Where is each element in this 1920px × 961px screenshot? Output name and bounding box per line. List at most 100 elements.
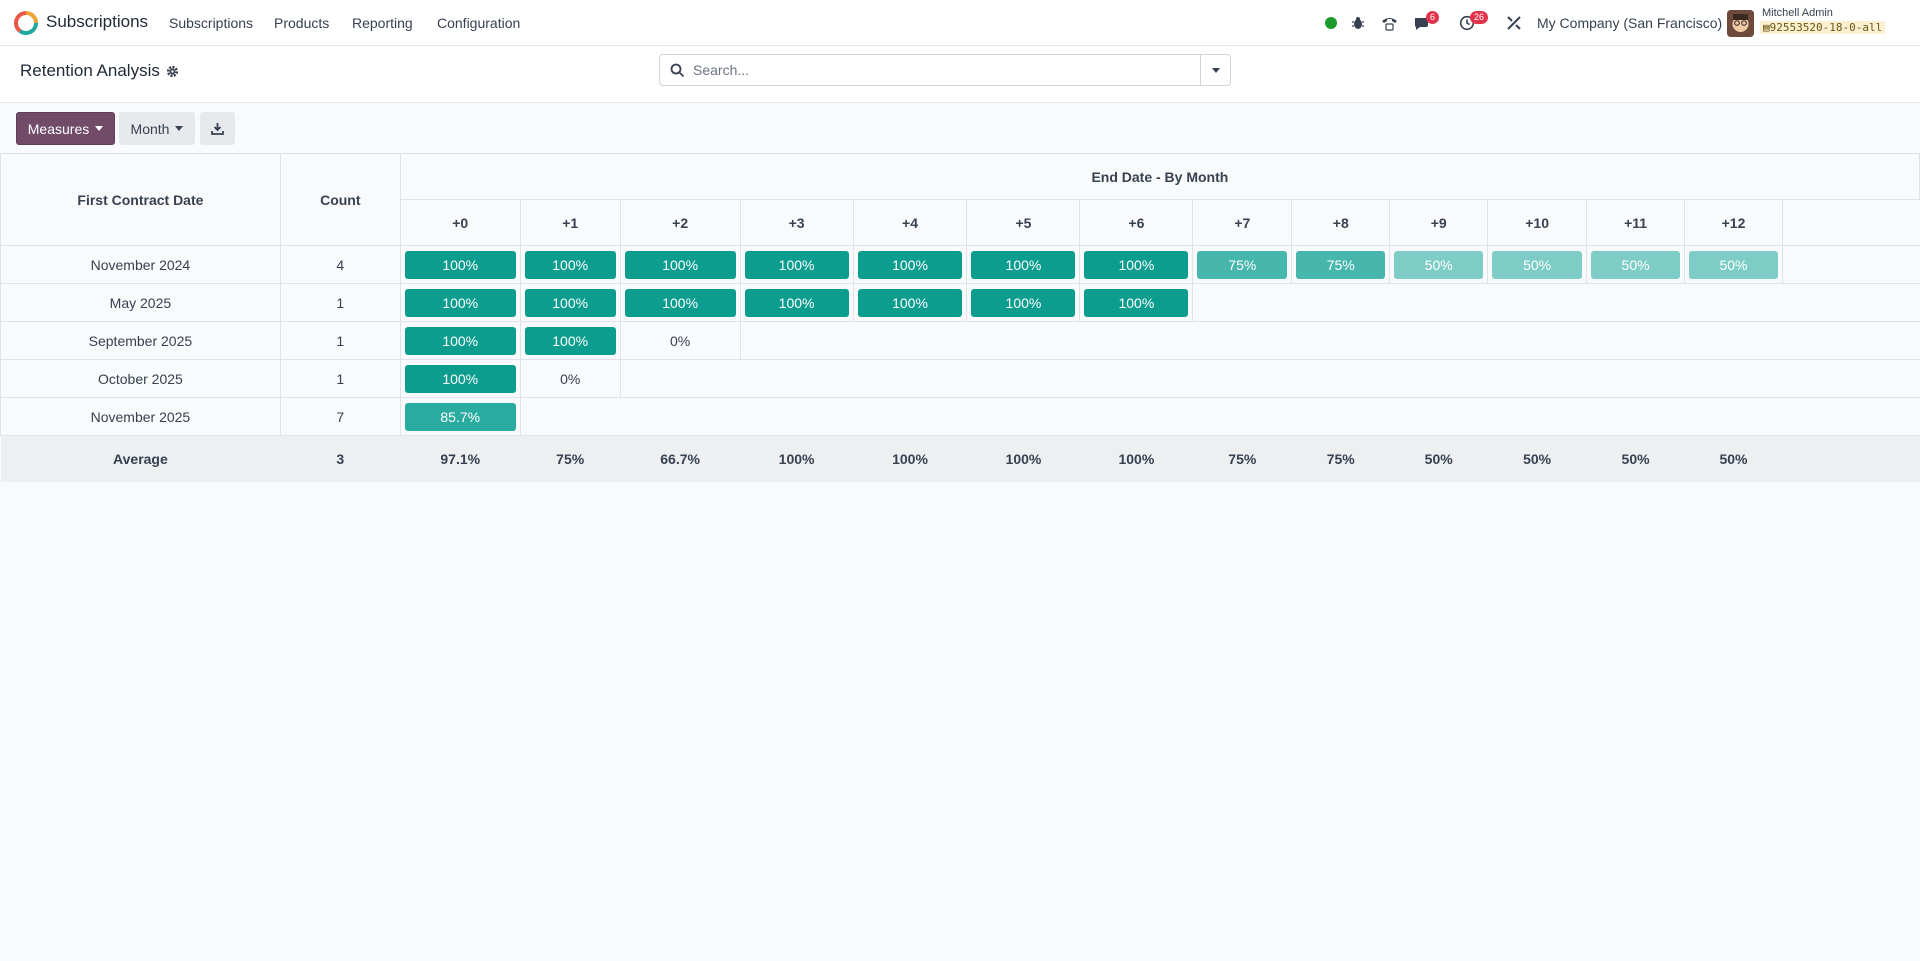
average-value: 66.7%	[620, 435, 741, 482]
retention-cell[interactable]: 75%	[1192, 245, 1293, 284]
download-button[interactable]	[200, 112, 235, 145]
average-value: 75%	[1192, 435, 1292, 482]
retention-cell[interactable]: 50%	[1487, 245, 1588, 284]
activities-badge: 26	[1470, 11, 1489, 24]
retention-cell[interactable]: 100%	[739, 283, 854, 322]
menu-subscriptions[interactable]: Subscriptions	[169, 15, 253, 31]
average-filler	[1782, 435, 1920, 482]
retention-cell[interactable]: 100%	[1079, 245, 1194, 284]
retention-cell[interactable]: 100%	[739, 245, 854, 284]
retention-cell[interactable]: 100%	[399, 283, 521, 322]
retention-cell[interactable]: 75%	[1291, 245, 1391, 284]
retention-value: 100%	[1084, 250, 1189, 279]
retention-cell[interactable]: 100%	[619, 245, 741, 284]
retention-value: 100%	[524, 288, 616, 317]
retention-value: 100%	[404, 288, 516, 317]
row-count: 1	[279, 321, 401, 360]
search-input[interactable]	[693, 55, 1193, 85]
column-header: +2	[619, 199, 741, 246]
retention-cell[interactable]: 100%	[399, 245, 521, 284]
row-count: 4	[279, 245, 401, 284]
retention-value: 100%	[971, 250, 1076, 279]
retention-cell[interactable]: 100%	[966, 283, 1081, 322]
search-options-toggle[interactable]	[1200, 55, 1230, 85]
search-icon	[670, 63, 685, 78]
measures-label: Measures	[27, 120, 90, 137]
average-value: 97.1%	[400, 435, 521, 482]
retention-value: 100%	[404, 250, 516, 279]
table-row: September 2025 1 100% 100% 0%	[0, 321, 1920, 360]
menu-reporting[interactable]: Reporting	[352, 15, 413, 31]
retention-value: 100%	[524, 326, 616, 355]
app-logo-icon[interactable]	[14, 11, 38, 35]
row-label: November 2024	[0, 245, 281, 284]
average-value: 100%	[1079, 435, 1193, 482]
presence-status-icon[interactable]	[1321, 13, 1341, 33]
column-header: +11	[1586, 199, 1686, 246]
retention-cell[interactable]: 100%	[852, 283, 968, 322]
menu-configuration[interactable]: Configuration	[437, 15, 520, 31]
debug-bug-icon[interactable]	[1348, 13, 1368, 33]
retention-value: 50%	[1492, 250, 1583, 279]
column-header: +3	[739, 199, 854, 246]
average-label: Average	[0, 435, 281, 482]
retention-value: 100%	[404, 364, 516, 393]
gear-icon[interactable]	[166, 65, 179, 78]
column-header: +9	[1389, 199, 1489, 246]
table-row: November 2024 4 100% 100% 100% 100% 100% 100% 10…	[0, 245, 1920, 284]
company-switcher[interactable]: My Company (San Francisco)	[1537, 15, 1722, 31]
database-name: ▤92553520-18-0-all	[1760, 21, 1886, 34]
row-label: May 2025	[0, 283, 281, 322]
retention-value: 50%	[1689, 250, 1778, 279]
retention-cell[interactable]: 100%	[399, 321, 521, 360]
retention-cell[interactable]: 100%	[399, 359, 521, 398]
retention-cell[interactable]: 100%	[619, 283, 741, 322]
row-count: 1	[279, 359, 401, 398]
retention-cell[interactable]: 100%	[519, 245, 621, 284]
retention-cell[interactable]: 0%	[519, 359, 621, 398]
table-row: November 2025 7 85.7%	[0, 397, 1920, 436]
column-header-filler	[1781, 199, 1920, 246]
measures-button[interactable]: Measures	[16, 112, 115, 145]
average-value: 50%	[1487, 435, 1587, 482]
app-name[interactable]: Subscriptions	[46, 12, 148, 32]
phone-icon[interactable]	[1379, 13, 1399, 33]
search-bar	[659, 54, 1231, 86]
interval-button[interactable]: Month	[119, 112, 195, 145]
column-group-header: End Date - By Month	[399, 153, 1920, 200]
user-name[interactable]: Mitchell Admin	[1762, 7, 1833, 19]
column-header: +5	[966, 199, 1081, 246]
empty-cell	[519, 397, 1920, 436]
retention-cell[interactable]: 100%	[966, 245, 1081, 284]
menu-products[interactable]: Products	[274, 15, 329, 31]
tools-icon[interactable]	[1504, 13, 1524, 33]
retention-cell[interactable]: 100%	[519, 321, 621, 360]
average-value: 100%	[853, 435, 967, 482]
interval-label: Month	[130, 120, 170, 137]
count-header: Count	[279, 153, 401, 246]
column-header: +1	[519, 199, 621, 246]
table-row: May 2025 1 100% 100% 100% 100% 100% 100% 100%	[0, 283, 1920, 322]
breadcrumb: Retention Analysis	[20, 61, 179, 81]
average-value: 50%	[1586, 435, 1685, 482]
retention-cell[interactable]: 100%	[519, 283, 621, 322]
retention-cell[interactable]: 50%	[1586, 245, 1686, 284]
retention-value: 100%	[857, 250, 963, 279]
download-icon	[211, 123, 224, 135]
user-avatar[interactable]	[1727, 10, 1754, 37]
retention-cell[interactable]: 50%	[1389, 245, 1489, 284]
row-label: October 2025	[0, 359, 281, 398]
retention-value: 85.7%	[404, 402, 516, 431]
retention-cell[interactable]: 50%	[1684, 245, 1783, 284]
retention-cell[interactable]: 100%	[1079, 283, 1194, 322]
retention-value: 100%	[744, 288, 849, 317]
average-row: Average 3 97.1% 75% 66.7% 100% 100% 100% 100% 75%…	[0, 435, 1920, 482]
average-value: 75%	[520, 435, 621, 482]
row-count: 1	[279, 283, 401, 322]
cohort-table: First Contract Date Count End Date - By …	[0, 153, 1920, 482]
empty-cell	[619, 359, 1920, 398]
retention-cell[interactable]: 0%	[619, 321, 741, 360]
retention-cell[interactable]: 100%	[852, 245, 968, 284]
column-header: +8	[1291, 199, 1391, 246]
retention-cell[interactable]: 85.7%	[399, 397, 521, 436]
